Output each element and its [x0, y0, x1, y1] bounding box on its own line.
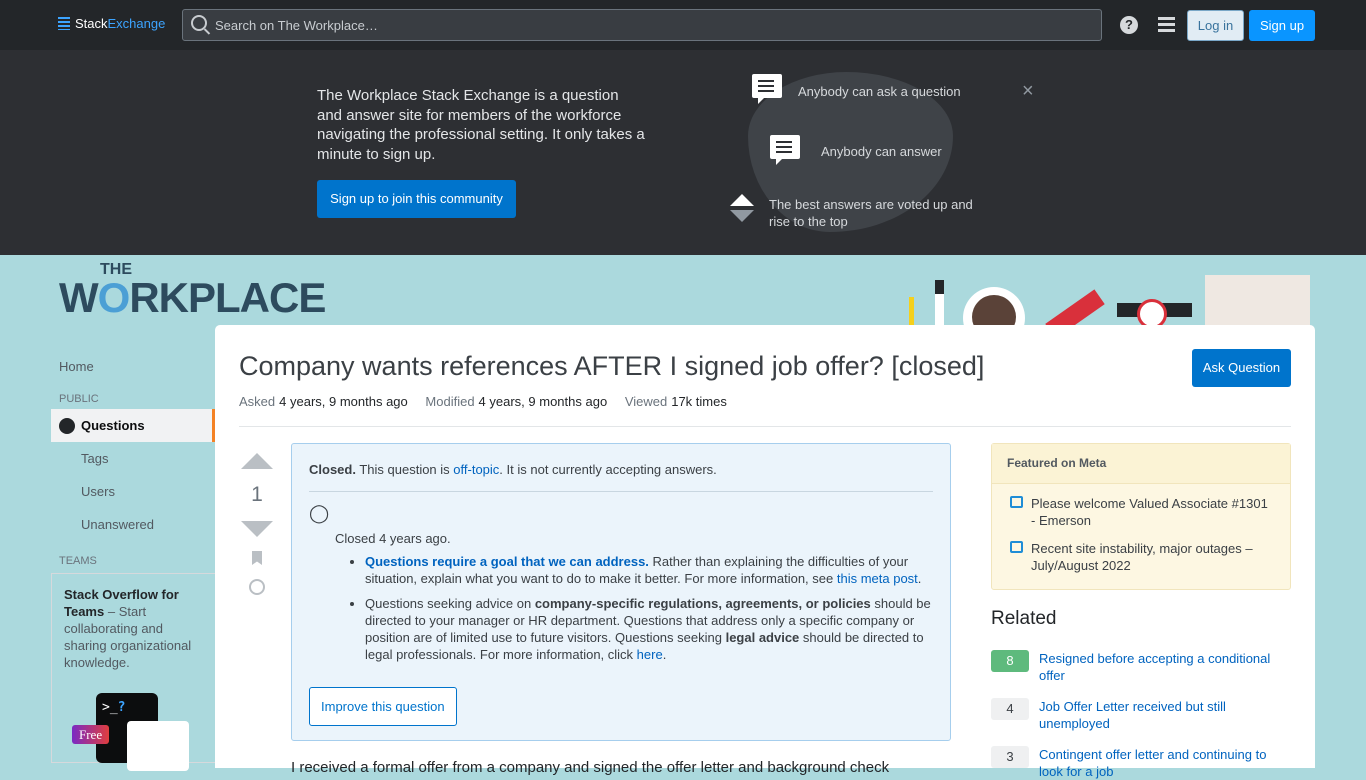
question-title[interactable]: Company wants references AFTER I signed … [239, 351, 984, 382]
featured-item-text[interactable]: Recent site instability, major outages –… [1031, 540, 1275, 574]
related-link[interactable]: Resigned before accepting a conditional … [1039, 650, 1291, 684]
meta-post-link[interactable]: this meta post [837, 571, 918, 586]
divider [239, 426, 1291, 427]
hero-text: The Workplace Stack Exchange is a questi… [317, 87, 645, 163]
ask-bubble-icon [752, 74, 782, 104]
close-reason: Questions seeking advice on company-spec… [365, 595, 933, 663]
site-logo[interactable]: THE WORKPLACE [59, 262, 326, 321]
feature-answer: Anybody can answer [821, 144, 942, 159]
related-link[interactable]: Job Offer Letter received but still unem… [1039, 698, 1291, 732]
featured-title: Featured on Meta [992, 444, 1290, 484]
feature-vote: The best answers are voted up and rise t… [769, 197, 973, 229]
teams-title: Stack Overflow for [64, 587, 179, 602]
upvote-icon[interactable] [241, 453, 273, 469]
reason-bold: company-specific regulations, agreements… [534, 596, 871, 611]
stackexchange-logo[interactable]: Stack Exchange [58, 16, 165, 31]
close-icon[interactable]: × [1022, 80, 1034, 103]
join-community-button[interactable]: Sign up to join this community [317, 180, 516, 218]
notice-divider [309, 491, 933, 492]
viewed-label: Viewed [624, 394, 668, 409]
asked-label: Asked [239, 394, 276, 409]
related-heading: Related [991, 608, 1057, 629]
feature-ask: Anybody can ask a question [798, 84, 961, 99]
logo-o: O [97, 274, 131, 321]
main-content: Company wants references AFTER I signed … [215, 325, 1315, 779]
section-public: PUBLIC [59, 393, 99, 405]
logo-stack: Stack [75, 16, 108, 31]
meta-bubble-icon [1010, 496, 1023, 508]
teams-title-2: Teams [64, 604, 105, 619]
related-item[interactable]: 3 Contingent offer letter and continuing … [991, 746, 1291, 780]
nav-home[interactable]: Home [51, 350, 215, 383]
related-score: 3 [991, 746, 1029, 768]
card-icon [127, 721, 189, 771]
logo-rest: RKPLACE [129, 274, 326, 321]
free-badge: Free [72, 725, 110, 744]
vote-cell: 1 [239, 449, 275, 595]
off-topic-link[interactable]: off-topic [453, 462, 499, 477]
vote-arrows-icon [730, 194, 754, 222]
vote-count: 1 [251, 483, 263, 506]
featured-item[interactable]: Recent site instability, major outages –… [992, 529, 1290, 574]
closed-notice: Closed. This question is off-topic. It i… [291, 443, 951, 741]
related-item[interactable]: 8 Resigned before accepting a conditional… [991, 650, 1291, 684]
related-score: 8 [991, 650, 1029, 672]
ask-question-button[interactable]: Ask Question [1192, 349, 1291, 387]
nav-users[interactable]: Users [51, 475, 215, 508]
nav-unanswered[interactable]: Unanswered [51, 508, 215, 541]
related-item[interactable]: 4 Job Offer Letter received but still une… [991, 698, 1291, 732]
help-icon[interactable]: ? [1120, 16, 1138, 34]
asked-value: 4 years, 9 months ago [279, 394, 408, 409]
related-score: 4 [991, 698, 1029, 720]
goal-link[interactable]: Questions require a goal that we can add… [365, 554, 649, 569]
notice-text: This question is [355, 462, 454, 477]
featured-on-meta: Featured on Meta Please welcome Valued A… [991, 443, 1291, 590]
signup-hero: The Workplace Stack Exchange is a questi… [0, 50, 1366, 255]
nav-questions-label: Questions [81, 418, 145, 433]
featured-item[interactable]: Please welcome Valued Associate #1301 - … [992, 484, 1290, 529]
viewed-value: 17k times [671, 394, 727, 409]
notice-text-2: . It is not currently accepting answers. [499, 462, 717, 477]
logo-w: W [59, 274, 99, 321]
site-switcher-icon[interactable] [1158, 17, 1175, 32]
history-icon[interactable] [249, 579, 265, 595]
closed-label: Closed. [309, 462, 356, 477]
meta-bubble-icon [1010, 541, 1023, 553]
close-reasons: Questions require a goal that we can add… [365, 553, 933, 663]
nav-questions[interactable]: Questions [51, 409, 215, 442]
related-link[interactable]: Contingent offer letter and continuing t… [1039, 746, 1291, 780]
here-link[interactable]: here [637, 647, 663, 662]
lightbulb-icon: ◯ [309, 503, 330, 523]
logo-exchange: Exchange [107, 16, 166, 31]
answer-bubble-icon [770, 135, 800, 165]
teams-promo[interactable]: Stack Overflow for Teams – Start collabor… [51, 573, 215, 771]
downvote-icon[interactable] [241, 521, 273, 537]
top-bar: Stack Exchange Search on The Workplace… ?… [0, 0, 1366, 50]
bookmark-icon[interactable] [252, 551, 262, 565]
featured-item-text[interactable]: Please welcome Valued Associate #1301 - … [1031, 495, 1275, 529]
teams-illustration: >_? Free [64, 685, 203, 771]
reason-text: Questions seeking advice on [365, 596, 535, 611]
globe-icon [59, 417, 75, 434]
modified-value[interactable]: 4 years, 9 months ago [479, 394, 608, 409]
search-placeholder: Search on The Workplace… [215, 17, 378, 33]
search-input[interactable]: Search on The Workplace… [182, 9, 1102, 41]
closed-ago: Closed 4 years ago. [335, 531, 451, 546]
section-teams: TEAMS [59, 555, 97, 567]
reason-bold: legal advice [725, 630, 800, 645]
close-reason: Questions require a goal that we can add… [365, 553, 933, 587]
signup-button[interactable]: Sign up [1249, 10, 1315, 41]
modified-label: Modified [425, 394, 475, 409]
stack-icon [58, 17, 70, 30]
improve-question-button[interactable]: Improve this question [309, 687, 457, 726]
question-meta: Asked 4 years, 9 months ago Modified 4 yea… [239, 394, 741, 409]
nav-tags[interactable]: Tags [51, 442, 215, 475]
login-button[interactable]: Log in [1187, 10, 1244, 41]
search-icon [191, 15, 207, 31]
desk-illustration [905, 275, 1315, 349]
left-sidebar: Home PUBLIC Questions Tags Users Unanswe… [51, 350, 215, 771]
